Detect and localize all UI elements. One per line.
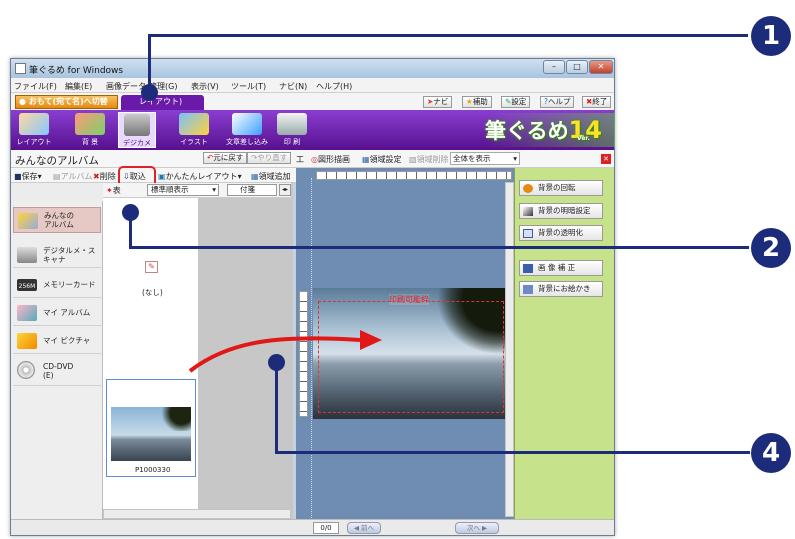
callout-1-line-v <box>148 34 151 90</box>
callout-4-dot <box>268 354 285 371</box>
callout-2-dot <box>122 204 139 221</box>
callout-1-line-h <box>148 34 748 37</box>
drag-arrow-head <box>360 330 382 350</box>
callout-4-line-h <box>275 451 750 454</box>
callout-4-badge: 4 <box>751 433 791 473</box>
callout-1-badge: 1 <box>751 16 791 56</box>
callout-2-line-h <box>129 246 749 249</box>
callout-4-line-v <box>275 362 278 454</box>
callout-1-dot <box>141 84 158 101</box>
callout-2-badge: 2 <box>751 228 791 268</box>
drag-arrow-overlay <box>188 330 382 373</box>
